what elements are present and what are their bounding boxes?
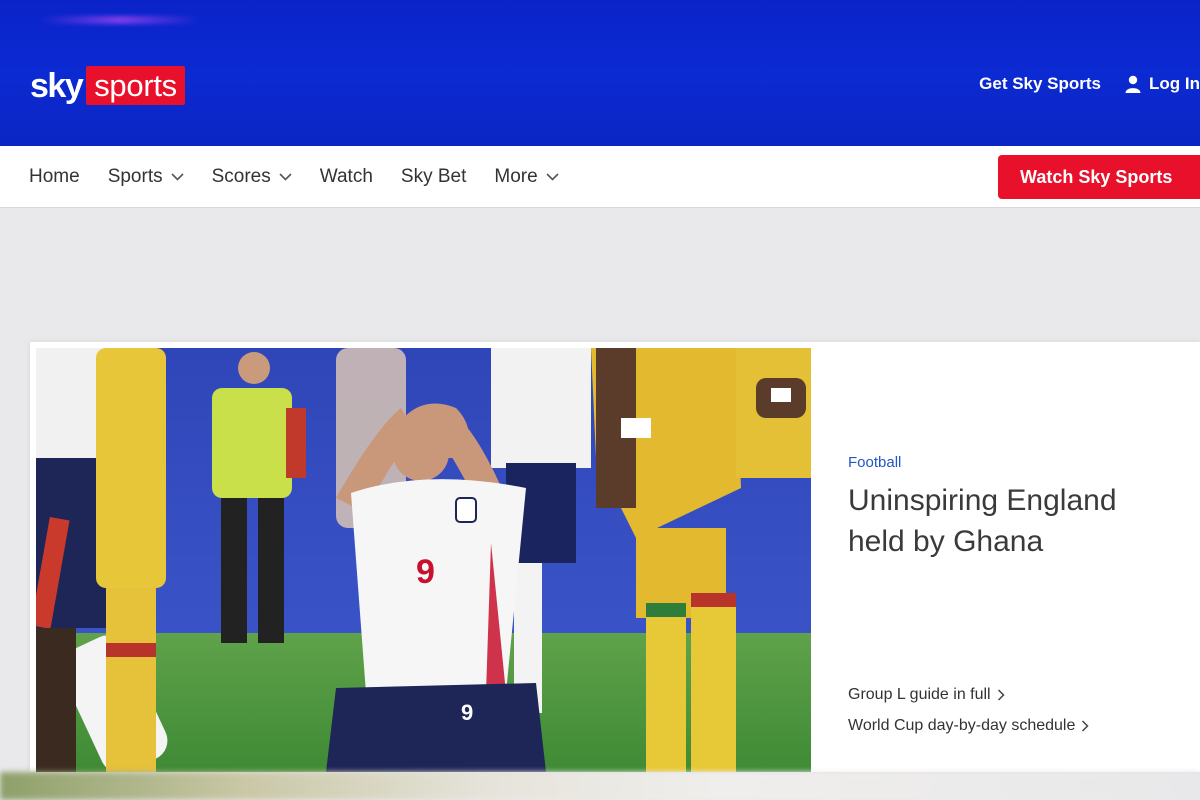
nav-item-sky-bet[interactable]: Sky Bet	[401, 166, 466, 188]
chevron-down-icon	[279, 172, 292, 181]
nav-item-label: Watch	[319, 165, 373, 187]
logo-sky-text: sky	[30, 66, 84, 105]
hero-photo[interactable]: 9 9	[36, 348, 811, 772]
chevron-down-icon	[546, 172, 559, 181]
nav-item-label: Scores	[211, 165, 271, 187]
headline[interactable]: Uninspiring England held by Ghana	[848, 480, 1178, 562]
main-nav: Home Sports Scores Watch Sky Bet More Wa…	[0, 146, 1200, 208]
nav-item-label: Sports	[107, 165, 163, 187]
nav-item-label: Sky Bet	[400, 165, 467, 187]
get-sky-sports-link[interactable]: Get Sky Sports	[979, 74, 1101, 94]
related-link[interactable]: World Cup day-by-day schedule	[848, 717, 1089, 735]
nav-item-watch[interactable]: Watch	[320, 166, 373, 188]
nav-item-scores[interactable]: Scores	[212, 166, 292, 188]
log-in-link[interactable]: Log In	[1125, 74, 1200, 94]
hero-card[interactable]: 9 9 Football Uninspiring England held by…	[30, 342, 1200, 772]
hero-text: Football Uninspiring England held by Gha…	[848, 342, 1200, 772]
nav-item-home[interactable]: Home	[29, 166, 80, 188]
user-icon	[1125, 75, 1141, 93]
header-glow	[40, 16, 200, 24]
related-link-label: World Cup day-by-day schedule	[848, 717, 1076, 734]
nav-items: Home Sports Scores Watch Sky Bet More	[29, 166, 587, 188]
related-link-label: Group L guide in full	[848, 686, 991, 703]
log-in-label: Log In	[1149, 74, 1200, 93]
svg-text:9: 9	[416, 553, 435, 591]
site-header: sky sports Get Sky Sports Log In	[0, 0, 1200, 146]
related-links: Group L guide in full World Cup day-by-d…	[848, 686, 1089, 748]
next-story-strip	[0, 772, 1200, 800]
chevron-down-icon	[171, 172, 184, 181]
watch-sky-sports-button[interactable]: Watch Sky Sports	[998, 155, 1200, 199]
header-links: Get Sky Sports Log In	[979, 74, 1200, 94]
nav-item-more[interactable]: More	[494, 165, 559, 188]
nav-item-label: Home	[29, 165, 80, 187]
sky-sports-logo[interactable]: sky sports	[30, 66, 185, 105]
nav-item-label: More	[494, 165, 538, 187]
nav-item-sports[interactable]: Sports	[108, 166, 184, 188]
chevron-right-icon	[997, 689, 1005, 701]
svg-text:9: 9	[461, 700, 473, 725]
logo-sports-text: sports	[86, 66, 185, 105]
football-match-photo: 9 9	[36, 348, 811, 772]
category-tag[interactable]: Football	[848, 454, 901, 471]
chevron-right-icon	[1082, 720, 1089, 732]
related-link[interactable]: Group L guide in full	[848, 686, 1089, 704]
